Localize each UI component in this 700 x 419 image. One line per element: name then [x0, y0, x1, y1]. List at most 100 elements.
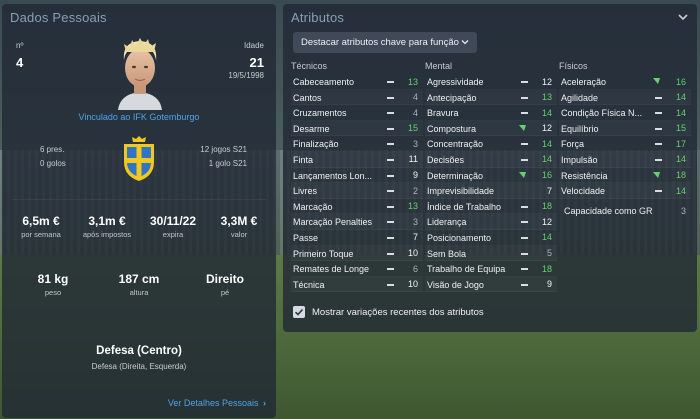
attribute-name: Livres	[293, 186, 318, 197]
attribute-row[interactable]: Concentração 14	[425, 136, 557, 152]
key-attribute-marker	[387, 158, 394, 161]
attribute-value: 16	[675, 76, 686, 87]
attribute-row[interactable]: Força 17	[559, 136, 691, 152]
attribute-row[interactable]: Passe 7	[291, 230, 423, 246]
attribute-row[interactable]: Visão de Jogo 9	[425, 277, 557, 293]
attribute-row[interactable]: Sem Bola 5	[425, 246, 557, 262]
attribute-row[interactable]: Primeiro Toque 10	[291, 246, 423, 262]
key-attribute-marker	[655, 143, 662, 146]
attribute-row[interactable]: Lançamentos Lon... 9	[291, 168, 423, 184]
attribute-row[interactable]: Velocidade 14	[559, 183, 691, 199]
key-attribute-marker	[387, 252, 394, 255]
attribute-row[interactable]: Cruzamentos 4	[291, 105, 423, 121]
trend-up-arrow-icon	[653, 78, 660, 84]
attribute-row[interactable]: Agressividade 12	[425, 74, 557, 90]
attribute-row[interactable]: Trabalho de Equipa 18	[425, 261, 557, 277]
attribute-value: 14	[541, 232, 552, 243]
weight-stat: 81 kg peso	[20, 272, 86, 297]
attribute-value: 3	[412, 138, 418, 149]
attribute-row[interactable]: Equilíbrio 15	[559, 121, 691, 137]
attribute-row[interactable]: Técnica 10	[291, 277, 423, 293]
key-attribute-marker	[521, 96, 528, 99]
attribute-row[interactable]: Remates de Longe 6	[291, 261, 423, 277]
attribute-row[interactable]: Marcação 13	[291, 199, 423, 215]
attribute-row[interactable]: Aceleração 16	[559, 74, 691, 90]
after-tax-value: 3,1m €	[88, 214, 126, 228]
attribute-value: 13	[541, 92, 552, 103]
attribute-name: Sem Bola	[427, 248, 467, 259]
attribute-value: 14	[675, 154, 686, 165]
attribute-row[interactable]: Determinação 16	[425, 168, 557, 184]
attribute-value: 12	[541, 123, 552, 134]
attribute-row[interactable]: Antecipação 13	[425, 90, 557, 106]
attribute-row[interactable]: Imprevisibilidade 7	[425, 183, 557, 199]
attribute-name: Trabalho de Equipa	[427, 264, 506, 275]
attribute-name: Técnica	[293, 279, 325, 290]
view-personal-details-link[interactable]: Ver Detalhes Pessoais ›	[168, 398, 266, 408]
attribute-row[interactable]: Finalização 3	[291, 136, 423, 152]
key-attribute-marker	[521, 158, 528, 161]
foot-stat: Direito pé	[192, 272, 258, 297]
key-attribute-marker	[387, 205, 394, 208]
attribute-row[interactable]: Desarme 15	[291, 121, 423, 137]
attribute-row[interactable]: Bravura 14	[425, 105, 557, 121]
mental-header: Mental	[425, 61, 453, 71]
attribute-name: Cruzamentos	[293, 108, 347, 119]
attribute-row[interactable]: Resistência 18	[559, 168, 691, 184]
wage-label: por semana	[21, 230, 61, 239]
attribute-name: Posicionamento	[427, 232, 492, 243]
height-value: 187 cm	[118, 272, 160, 286]
technical-attributes-list: Cabeceamento 13 Cantos 4 Cruzamentos 4 Desarme…	[291, 74, 423, 293]
attribute-row[interactable]: Liderança 12	[425, 214, 557, 230]
attribute-name: Desarme	[293, 123, 330, 134]
chevron-right-icon: ›	[263, 398, 266, 408]
show-changes-label: Mostrar variações recentes dos atributos	[312, 307, 484, 318]
attribute-value: 3	[412, 216, 418, 227]
highlight-role-dropdown[interactable]: Destacar atributos chave para função	[293, 32, 477, 53]
key-attribute-marker	[521, 205, 528, 208]
attribute-row[interactable]: Finta 11	[291, 152, 423, 168]
attribute-value: 10	[407, 279, 418, 290]
attribute-row[interactable]: Agilidade 14	[559, 90, 691, 106]
key-attribute-marker	[387, 96, 394, 99]
technical-header: Técnicos	[291, 61, 328, 71]
u21-goals: 1 golo S21	[208, 159, 247, 168]
key-attribute-marker	[521, 221, 528, 224]
key-attribute-marker	[387, 283, 394, 286]
checkbox-checked-icon[interactable]	[293, 306, 305, 318]
after-tax-stat: 3,1m € após impostos	[74, 214, 140, 239]
key-attribute-marker	[655, 112, 662, 115]
expires-value: 30/11/22	[149, 214, 197, 228]
key-attribute-marker	[655, 190, 662, 193]
attribute-row[interactable]: Posicionamento 14	[425, 230, 557, 246]
attribute-row[interactable]: Marcação Penalties 3	[291, 214, 423, 230]
attribute-row[interactable]: Índice de Trabalho 18	[425, 199, 557, 215]
attribute-name: Antecipação	[427, 92, 477, 103]
wage-value: 6,5m €	[22, 214, 60, 228]
attribute-row[interactable]: Decisões 14	[425, 152, 557, 168]
trend-up-arrow-icon	[519, 124, 526, 131]
attribute-row[interactable]: Cabeceamento 13	[291, 74, 423, 90]
key-attribute-marker	[387, 143, 394, 146]
mental-attributes-list: Agressividade 12 Antecipação 13 Bravura 14 Com…	[425, 74, 557, 293]
attribute-row[interactable]: Livres 2	[291, 183, 423, 199]
attribute-value: 14	[541, 138, 552, 149]
attribute-value: 18	[541, 201, 552, 212]
attribute-row[interactable]: Impulsão 14	[559, 152, 691, 168]
attribute-name: Liderança	[427, 217, 467, 228]
highlight-role-dropdown-label: Destacar atributos chave para função	[301, 37, 459, 48]
attribute-name: Força	[561, 139, 585, 150]
key-attribute-marker	[387, 221, 394, 224]
attribute-value: 11	[408, 154, 418, 165]
value-value: 3,3M €	[220, 214, 258, 228]
club-link[interactable]: Vinculado ao IFK Gotemburgo	[2, 112, 276, 122]
attribute-row[interactable]: Compostura 12	[425, 121, 557, 137]
attribute-value: 14	[675, 107, 686, 118]
chevron-down-icon[interactable]	[677, 12, 689, 22]
u21-games: 12 jogos S21	[200, 145, 247, 154]
market-value-stat: 3,3M € valor	[206, 214, 272, 239]
attribute-name: Cabeceamento	[293, 77, 355, 87]
national-crest-icon[interactable]	[120, 134, 158, 182]
attribute-row[interactable]: Condição Física N... 14	[559, 105, 691, 121]
attribute-row[interactable]: Cantos 4	[291, 90, 423, 106]
